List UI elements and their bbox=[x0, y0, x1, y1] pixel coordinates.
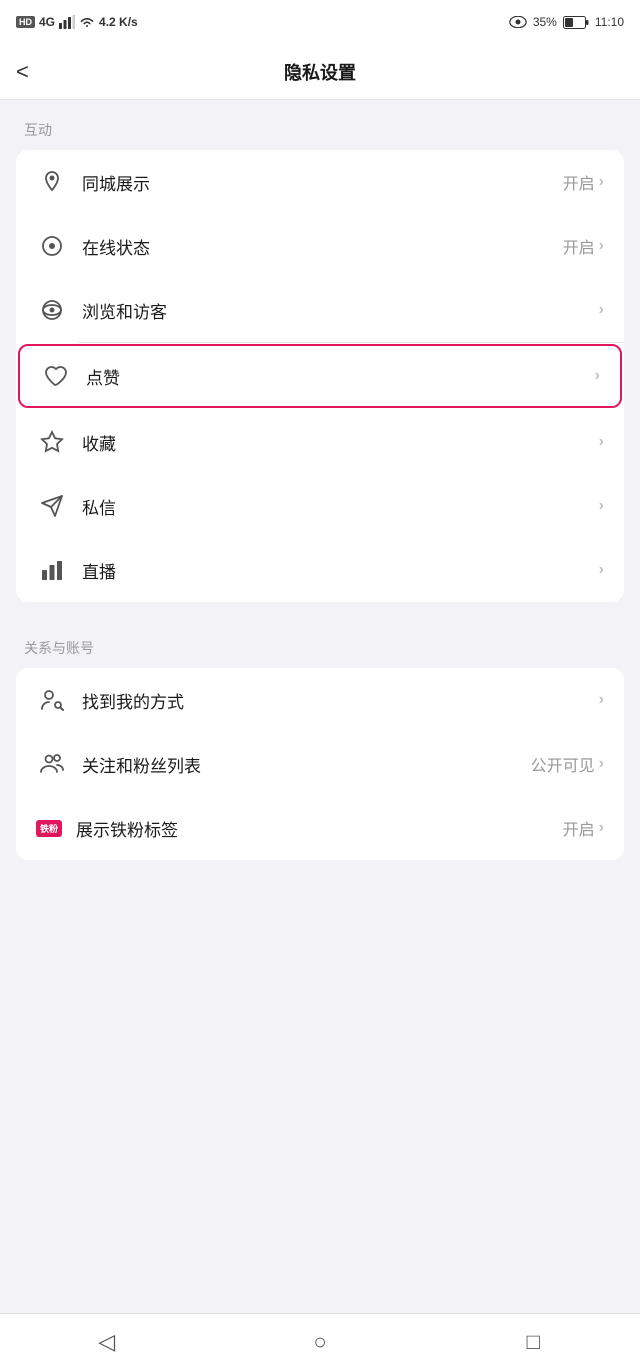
wifi-icon bbox=[79, 15, 95, 29]
favorites-chevron: › bbox=[599, 433, 604, 451]
online-label: 在线状态 bbox=[82, 234, 563, 259]
message-icon bbox=[36, 494, 68, 518]
section-header-account: 关系与账号 bbox=[0, 618, 640, 668]
messages-label: 私信 bbox=[82, 494, 595, 519]
location-icon bbox=[36, 170, 68, 194]
settings-item-favorites[interactable]: 收藏 › bbox=[16, 410, 624, 474]
status-bar: HD 4G 4.2 K/s 35% 11:10 bbox=[0, 0, 640, 44]
settings-item-tiefen[interactable]: 铁粉 展示铁粉标签 开启 › bbox=[16, 796, 624, 860]
tiefen-badge: 铁粉 bbox=[36, 820, 62, 837]
tongcheng-label: 同城展示 bbox=[82, 170, 563, 195]
tongcheng-chevron: › bbox=[599, 173, 604, 191]
tiefen-chevron: › bbox=[599, 819, 604, 837]
online-icon bbox=[36, 234, 68, 258]
status-right: 35% 11:10 bbox=[509, 15, 624, 29]
bar-chart-icon bbox=[36, 558, 68, 582]
settings-item-live[interactable]: 直播 › bbox=[16, 538, 624, 602]
browse-label: 浏览和访客 bbox=[82, 298, 595, 323]
findme-chevron: › bbox=[599, 691, 604, 709]
home-nav-button[interactable]: ○ bbox=[298, 1320, 342, 1364]
browse-icon bbox=[36, 298, 68, 322]
likes-label: 点赞 bbox=[86, 364, 591, 389]
heart-icon bbox=[40, 364, 72, 388]
settings-item-findme[interactable]: 找到我的方式 › bbox=[16, 668, 624, 732]
live-chevron: › bbox=[599, 561, 604, 579]
tiefen-label: 展示铁粉标签 bbox=[76, 816, 563, 841]
people-icon bbox=[36, 752, 68, 776]
status-left: HD 4G 4.2 K/s bbox=[16, 15, 138, 29]
hd-badge: HD bbox=[16, 16, 35, 28]
section-header-hudong: 互动 bbox=[0, 100, 640, 150]
back-button[interactable]: < bbox=[16, 59, 29, 85]
online-chevron: › bbox=[599, 237, 604, 255]
follow-label: 关注和粉丝列表 bbox=[82, 752, 531, 777]
network-speed: 4.2 K/s bbox=[99, 15, 138, 29]
tiefen-value: 开启 bbox=[563, 816, 595, 840]
person-search-icon bbox=[36, 688, 68, 712]
settings-item-tongcheng[interactable]: 同城展示 开启 › bbox=[16, 150, 624, 214]
square-nav-button[interactable]: □ bbox=[511, 1320, 555, 1364]
back-nav-button[interactable]: ◁ bbox=[85, 1320, 129, 1364]
tongcheng-value: 开启 bbox=[563, 170, 595, 194]
nav-bar: < 隐私设置 bbox=[0, 44, 640, 100]
likes-chevron: › bbox=[595, 367, 600, 385]
signal-icon bbox=[59, 15, 75, 29]
signal-text: 4G bbox=[39, 15, 55, 29]
follow-value: 公开可见 bbox=[531, 752, 595, 776]
settings-item-likes[interactable]: 点赞 › bbox=[18, 344, 622, 408]
battery-percent: 35% bbox=[533, 15, 557, 29]
star-icon bbox=[36, 430, 68, 454]
eye-status-icon bbox=[509, 16, 527, 28]
settings-item-follow[interactable]: 关注和粉丝列表 公开可见 › bbox=[16, 732, 624, 796]
findme-label: 找到我的方式 bbox=[82, 688, 595, 713]
battery-icon bbox=[563, 16, 589, 29]
live-label: 直播 bbox=[82, 558, 595, 583]
messages-chevron: › bbox=[599, 497, 604, 515]
bottom-nav: ◁ ○ □ bbox=[0, 1313, 640, 1369]
favorites-label: 收藏 bbox=[82, 430, 595, 455]
page-title: 隐私设置 bbox=[284, 59, 356, 85]
settings-group-account: 找到我的方式 › 关注和粉丝列表 公开可见 › 铁粉 展示铁粉标签 开启 › bbox=[16, 668, 624, 860]
follow-chevron: › bbox=[599, 755, 604, 773]
settings-item-browse[interactable]: 浏览和访客 › bbox=[16, 278, 624, 342]
browse-chevron: › bbox=[599, 301, 604, 319]
settings-group-hudong: 同城展示 开启 › 在线状态 开启 › 浏览和访客 › bbox=[16, 150, 624, 602]
settings-item-online[interactable]: 在线状态 开启 › bbox=[16, 214, 624, 278]
online-value: 开启 bbox=[563, 234, 595, 258]
time: 11:10 bbox=[595, 15, 624, 29]
settings-item-messages[interactable]: 私信 › bbox=[16, 474, 624, 538]
